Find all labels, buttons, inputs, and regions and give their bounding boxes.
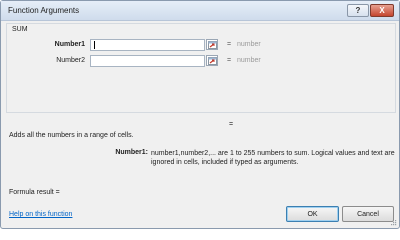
range-selector-icon	[207, 56, 217, 65]
formula-result: Formula result =	[9, 189, 60, 196]
function-name: SUM	[10, 26, 30, 33]
number2-result: number	[237, 57, 261, 64]
ok-button[interactable]: OK	[286, 206, 339, 222]
function-group-box	[6, 23, 396, 113]
title-bar[interactable]: Function Arguments ? X	[1, 1, 399, 21]
close-button[interactable]: X	[370, 4, 394, 17]
function-description: Adds all the numbers in a range of cells…	[9, 132, 134, 139]
cancel-button[interactable]: Cancel	[342, 206, 394, 222]
function-arguments-dialog: Function Arguments ? X SUM Number1 = num…	[0, 0, 400, 229]
window-title: Function Arguments	[8, 6, 80, 15]
arg-help-name: Number1:	[115, 149, 148, 156]
number1-input[interactable]	[90, 39, 205, 51]
range-selector-icon	[207, 40, 217, 49]
resize-grip-icon[interactable]	[391, 220, 397, 226]
number2-equals: =	[227, 57, 232, 64]
number2-input[interactable]	[90, 55, 205, 67]
function-result-equals: =	[229, 121, 234, 128]
number1-result: number	[237, 41, 261, 48]
help-button[interactable]: ?	[347, 4, 369, 17]
number1-equals: =	[227, 41, 232, 48]
arg-help-text: number1,number2,... are 1 to 255 numbers…	[151, 150, 395, 166]
arg-label-number2: Number2	[56, 57, 85, 64]
help-on-function-link[interactable]: Help on this function	[9, 211, 72, 218]
number2-range-selector-button[interactable]	[206, 55, 218, 66]
arg-label-number1: Number1	[54, 41, 85, 48]
text-caret	[94, 41, 95, 49]
number1-range-selector-button[interactable]	[206, 39, 218, 50]
